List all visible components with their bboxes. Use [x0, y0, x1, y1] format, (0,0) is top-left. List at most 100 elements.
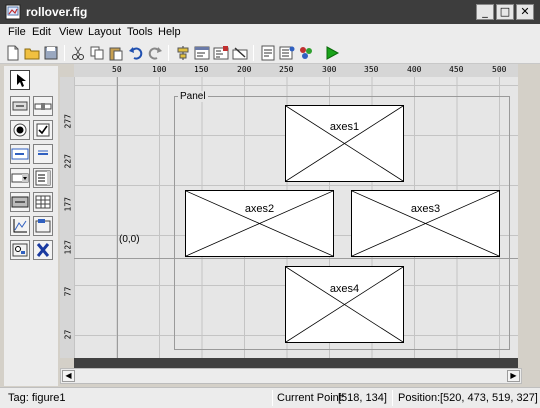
arrow-pointer-icon [17, 74, 26, 87]
current-point-label: Current Point: [277, 392, 345, 404]
table-tool[interactable] [33, 192, 53, 212]
close-button[interactable]: ✕ [516, 4, 534, 20]
button-group-tool[interactable] [10, 240, 30, 260]
axes-tool[interactable] [10, 216, 30, 236]
slider-icon [34, 103, 52, 110]
ruler-tick-label: 350 [364, 65, 379, 74]
scroll-right-icon[interactable]: ▶ [507, 370, 520, 382]
maximize-button[interactable]: □ [496, 4, 514, 20]
edit-text-icon [11, 148, 29, 160]
object-browser-icon[interactable] [298, 45, 314, 61]
pushbutton-icon [12, 101, 28, 111]
listbox-tool[interactable] [33, 168, 53, 188]
new-file-icon[interactable] [5, 45, 21, 61]
ruler-tick-label: 50 [112, 65, 122, 74]
current-point-value: [518, 134] [338, 392, 387, 404]
ruler-tick-label: 227 [63, 154, 73, 169]
title-bar: rollover.fig _ □ ✕ [0, 0, 540, 24]
placeholder-cross-icon [286, 267, 403, 342]
origin-label: (0,0) [119, 234, 140, 245]
align-icon[interactable] [175, 45, 191, 61]
toggle-button-tool[interactable] [10, 192, 30, 212]
minimize-button[interactable]: _ [476, 4, 494, 20]
activex-tool[interactable] [33, 240, 53, 260]
component-palette [4, 66, 58, 386]
toolbar-separator [168, 45, 169, 61]
window-title: rollover.fig [26, 5, 88, 19]
menu-file[interactable]: File [8, 26, 26, 38]
toolbar-separator [253, 45, 254, 61]
axes4[interactable]: axes4 [285, 266, 404, 343]
scroll-left-icon[interactable]: ◀ [62, 370, 75, 382]
status-separator [272, 390, 273, 406]
cut-icon[interactable] [70, 45, 86, 61]
copy-icon[interactable] [89, 45, 105, 61]
menu-tools[interactable]: Tools [127, 26, 153, 38]
status-separator [392, 390, 393, 406]
menu-edit[interactable]: Edit [32, 26, 51, 38]
redo-icon[interactable] [147, 45, 163, 61]
axes2[interactable]: axes2 [185, 190, 334, 257]
edit-text-tool[interactable] [10, 144, 30, 164]
guide-line-vertical [117, 77, 118, 358]
status-tag: Tag: figure1 [8, 392, 66, 404]
slider-tool[interactable] [33, 96, 53, 116]
panel-tool[interactable] [33, 216, 53, 236]
toolbar-editor-icon[interactable] [232, 45, 248, 61]
ruler-tick-label: 300 [322, 65, 337, 74]
toolbar-separator [64, 45, 65, 61]
placeholder-cross-icon [352, 191, 499, 256]
ruler-tick-label: 450 [449, 65, 464, 74]
ruler-tick-label: 250 [279, 65, 294, 74]
mfile-editor-icon[interactable] [260, 45, 276, 61]
ruler-tick-label: 400 [407, 65, 422, 74]
ruler-vertical: 277 227 177 127 77 27 [60, 77, 74, 358]
axes1[interactable]: axes1 [285, 105, 404, 182]
menu-view[interactable]: View [59, 26, 83, 38]
listbox-icon [35, 170, 51, 186]
menu-editor-icon[interactable] [194, 45, 210, 61]
horizontal-scrollbar[interactable]: ◀ ▶ [60, 368, 522, 384]
property-inspector-icon[interactable] [279, 45, 295, 61]
ruler-tick-label: 200 [237, 65, 252, 74]
run-icon[interactable] [324, 45, 340, 61]
placeholder-cross-icon [186, 191, 333, 256]
radio-button-tool[interactable] [10, 120, 30, 140]
ruler-tick-label: 127 [63, 240, 73, 255]
tab-order-icon[interactable] [213, 45, 229, 61]
axes-label: axes2 [244, 203, 275, 215]
ruler-tick-label: 27 [63, 329, 73, 340]
menu-bar: File Edit View Layout Tools Help [0, 24, 540, 42]
ruler-tick-label: 100 [152, 65, 167, 74]
matlab-figure-icon [5, 4, 21, 20]
open-folder-icon[interactable] [24, 45, 40, 61]
position-value: [520, 473, 519, 327] [440, 392, 538, 404]
ruler-tick-label: 77 [63, 286, 73, 297]
ruler-tick-label: 277 [63, 114, 73, 129]
ruler-horizontal: 50 100 150 200 250 300 350 400 450 500 [74, 64, 518, 77]
save-icon[interactable] [43, 45, 59, 61]
popup-menu-icon [11, 173, 29, 183]
pushbutton-tool[interactable] [10, 96, 30, 116]
ruler-tick-label: 500 [492, 65, 507, 74]
table-icon [35, 195, 51, 209]
button-group-icon [12, 243, 28, 257]
ruler-tick-label: 177 [63, 197, 73, 212]
menu-layout[interactable]: Layout [88, 26, 121, 38]
axes-label: axes1 [329, 121, 360, 133]
static-text-icon [38, 150, 48, 155]
axes3[interactable]: axes3 [351, 190, 500, 257]
popup-menu-tool[interactable] [10, 168, 30, 188]
toolbar [0, 42, 540, 64]
static-text-tool[interactable] [33, 144, 53, 164]
canvas-bottom-edge [74, 358, 518, 368]
placeholder-cross-icon [286, 106, 403, 181]
axes-label: axes4 [329, 283, 360, 295]
menu-help[interactable]: Help [158, 26, 181, 38]
status-bar: Tag: figure1 Current Point: [518, 134] P… [0, 387, 540, 408]
select-tool[interactable] [10, 70, 30, 90]
panel-icon [35, 219, 51, 233]
undo-icon[interactable] [128, 45, 144, 61]
paste-icon[interactable] [108, 45, 124, 61]
checkbox-tool[interactable] [33, 120, 53, 140]
